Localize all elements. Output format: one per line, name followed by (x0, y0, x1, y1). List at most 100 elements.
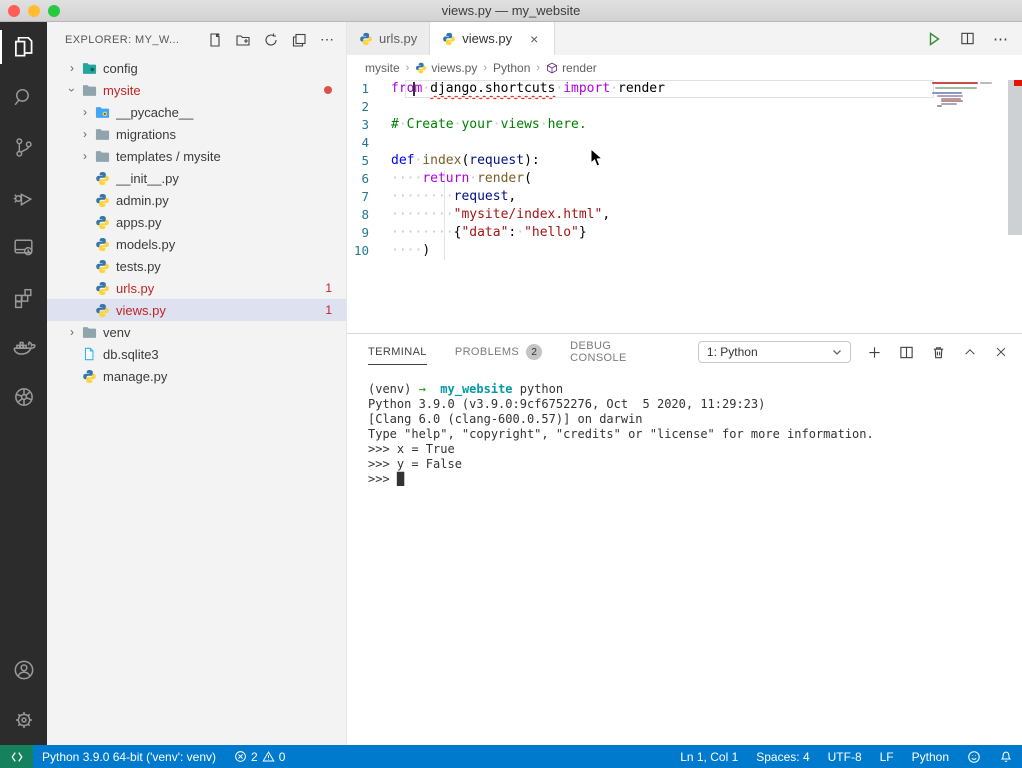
run-debug-icon[interactable] (0, 172, 47, 222)
editor-more-actions-icon[interactable]: ⋯ (993, 30, 1008, 48)
close-tab-icon[interactable]: × (526, 31, 542, 47)
code-line-8[interactable]: 8········"mysite/index.html", (347, 206, 1022, 224)
tab-views-py[interactable]: views.py × (430, 22, 555, 55)
tree-item--pycache-[interactable]: ›__pycache__ (47, 101, 346, 123)
breadcrumb-item[interactable]: views.py (415, 61, 477, 75)
new-folder-icon[interactable] (234, 31, 252, 49)
folder-icon (94, 148, 110, 164)
code-line-5[interactable]: 5def·index(request): (347, 152, 1022, 170)
editor-scrollbar[interactable] (1008, 80, 1022, 235)
chevron-icon[interactable]: › (78, 127, 92, 141)
split-terminal-icon[interactable] (899, 345, 914, 360)
close-window-button[interactable] (8, 5, 20, 17)
tree-item-urls-py[interactable]: urls.py1 (47, 277, 346, 299)
search-icon[interactable] (0, 72, 47, 122)
tree-item-label: migrations (116, 127, 346, 142)
maximize-panel-icon[interactable] (963, 345, 977, 359)
code-line-2[interactable]: 2 (347, 98, 1022, 116)
feedback-icon[interactable] (958, 745, 990, 768)
code-line-3[interactable]: 3#·Create·your·views·here. (347, 116, 1022, 134)
symbol-cube-icon (546, 62, 558, 74)
run-python-file-icon[interactable] (926, 31, 942, 47)
split-editor-icon[interactable] (960, 31, 975, 46)
chevron-icon[interactable]: › (78, 105, 92, 119)
terminal-output[interactable]: (venv) → my_website pythonPython 3.9.0 (… (368, 382, 1002, 722)
tree-item-db-sqlite3[interactable]: db.sqlite3 (47, 343, 346, 365)
extensions-icon[interactable] (0, 272, 47, 322)
tree-item-models-py[interactable]: models.py (47, 233, 346, 255)
minimap-line (935, 87, 977, 89)
file-tree: ›config›mysite›__pycache__›migrations›te… (47, 57, 346, 387)
breadcrumb-item[interactable]: render (546, 61, 597, 75)
status-bar: Python 3.9.0 64-bit ('venv': venv) 2 0 L… (0, 745, 1022, 768)
terminal-select[interactable]: 1: Python (698, 341, 851, 363)
tree-item--init-py[interactable]: __init__.py (47, 167, 346, 189)
code-editor[interactable]: 1from·django.shortcuts·import·render23#·… (347, 80, 1022, 333)
python-icon (415, 62, 427, 74)
code-text: from·django.shortcuts·import·render (391, 80, 1022, 98)
chevron-icon[interactable]: › (65, 61, 79, 75)
chevron-icon[interactable]: › (65, 83, 79, 97)
new-file-icon[interactable] (206, 31, 224, 49)
minimap[interactable] (932, 82, 994, 122)
line-number: 4 (347, 134, 391, 152)
remote-indicator[interactable] (0, 745, 33, 768)
source-control-icon[interactable] (0, 122, 47, 172)
status-ln[interactable]: Ln 1, Col 1 (671, 745, 747, 768)
close-panel-icon[interactable] (994, 345, 1008, 359)
status-python[interactable]: Python (903, 745, 958, 768)
new-terminal-icon[interactable] (867, 345, 882, 360)
more-actions-icon[interactable]: ⋯ (318, 31, 336, 49)
status-spaces[interactable]: Spaces: 4 (747, 745, 818, 768)
code-line-1[interactable]: 1from·django.shortcuts·import·render (347, 80, 1022, 98)
breadcrumb-item[interactable]: Python (493, 61, 530, 75)
bell-icon[interactable] (990, 745, 1022, 768)
tree-item-views-py[interactable]: views.py1 (47, 299, 346, 321)
refresh-icon[interactable] (262, 31, 280, 49)
account-icon[interactable] (0, 645, 47, 695)
problems-status[interactable]: 2 0 (225, 745, 294, 768)
files-icon[interactable] (0, 22, 47, 72)
tree-item-venv[interactable]: ›venv (47, 321, 346, 343)
mouse-cursor (590, 148, 604, 168)
docker-icon[interactable] (0, 322, 47, 372)
tree-item-migrations[interactable]: › migrations (47, 123, 346, 145)
activity-bar (0, 22, 47, 745)
kubernetes-icon[interactable] (0, 372, 47, 422)
tab-urls-py[interactable]: urls.py (347, 22, 430, 55)
tree-item-config[interactable]: ›config (47, 57, 346, 79)
tree-item-admin-py[interactable]: admin.py (47, 189, 346, 211)
breadcrumb-item[interactable]: mysite (365, 61, 400, 75)
settings-gear-icon[interactable] (0, 695, 47, 745)
python-interpreter-status[interactable]: Python 3.9.0 64-bit ('venv': venv) (33, 745, 225, 768)
minimize-window-button[interactable] (28, 5, 40, 17)
folder-python-icon (94, 104, 110, 120)
zoom-window-button[interactable] (48, 5, 60, 17)
tree-item-mysite[interactable]: ›mysite (47, 79, 346, 101)
chevron-icon[interactable]: › (65, 325, 79, 339)
tree-item-manage-py[interactable]: manage.py (47, 365, 346, 387)
code-line-7[interactable]: 7········request, (347, 188, 1022, 206)
collapse-all-icon[interactable] (290, 31, 308, 49)
overview-error-mark (1014, 80, 1022, 86)
tree-item-tests-py[interactable]: tests.py (47, 255, 346, 277)
remote-explorer-icon[interactable] (0, 222, 47, 272)
tab-problems[interactable]: PROBLEMS2 (455, 334, 542, 370)
code-text (391, 134, 1022, 152)
modified-dot (324, 86, 332, 94)
tree-item-templates-mysite[interactable]: ›templates / mysite (47, 145, 346, 167)
kill-terminal-icon[interactable] (931, 345, 946, 360)
tab-debug-console[interactable]: DEBUG CONSOLE (570, 334, 670, 370)
code-line-10[interactable]: 10····) (347, 242, 1022, 260)
vscode-window: views.py — my_website (0, 0, 1022, 768)
code-line-4[interactable]: 4 (347, 134, 1022, 152)
code-text: ····return·render( (391, 170, 1022, 188)
tab-terminal[interactable]: TERMINAL (368, 334, 427, 370)
code-line-6[interactable]: 6····return·render( (347, 170, 1022, 188)
chevron-icon[interactable]: › (78, 149, 92, 163)
code-line-9[interactable]: 9········{"data":·"hello"} (347, 224, 1022, 242)
status-lf[interactable]: LF (871, 745, 903, 768)
tree-item-apps-py[interactable]: apps.py (47, 211, 346, 233)
status-utf-8[interactable]: UTF-8 (819, 745, 871, 768)
terminal-line: (venv) → my_website python (368, 382, 1002, 397)
